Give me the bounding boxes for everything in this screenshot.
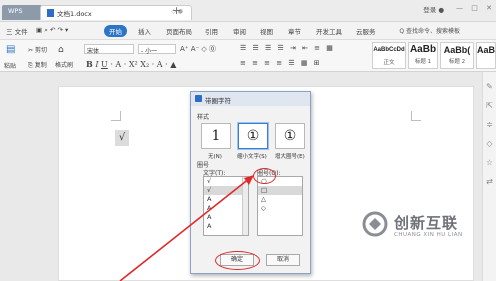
watermark-text: 创新互联 [394, 214, 459, 232]
watermark: 创新互联 CHUANG XIN HU LIAN [350, 205, 496, 260]
arrow-head [244, 175, 254, 185]
watermark-subtext: CHUANG XIN HU LIAN [394, 232, 463, 238]
watermark-logo-icon [362, 211, 388, 237]
arrow-line [119, 177, 251, 281]
